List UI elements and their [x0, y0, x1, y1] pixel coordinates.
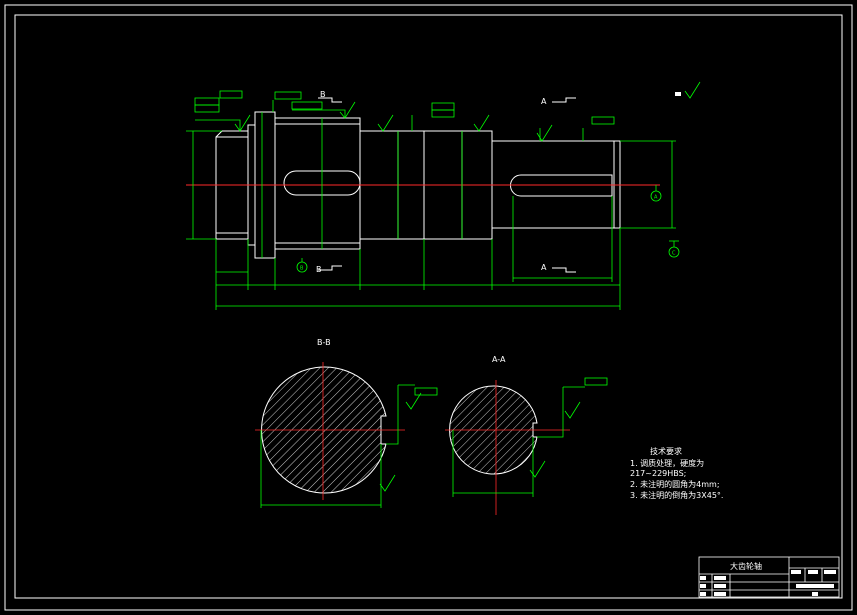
section-bb-title: B-B [317, 338, 331, 347]
section-aa [445, 380, 585, 515]
tech-req-line: 3. 未注明的倒角为3X45°. [630, 490, 723, 500]
tech-req-title: 技术要求 [650, 446, 682, 456]
section-mark-a-bottom: A [541, 263, 547, 272]
outer-border [4, 4, 853, 611]
section-aa-title: A-A [492, 355, 506, 364]
section-mark-b-top: B [320, 90, 326, 99]
title-block-name: 大齿轮轴 [730, 561, 762, 571]
roughness-rest-mark [675, 92, 681, 96]
datum-c: C [672, 251, 676, 257]
inner-border [14, 14, 843, 599]
tech-requirements: 技术要求 1. 调质处理，硬度为 217~229HBS; 2. 未注明的圆角为4… [630, 446, 723, 500]
tech-req-line: 1. 调质处理，硬度为 [630, 458, 704, 468]
tolerance-frames [194, 90, 615, 396]
section-bb [255, 362, 415, 508]
drawing-frame [4, 4, 853, 611]
title-block [698, 556, 840, 598]
datum-markers [296, 185, 680, 273]
drawing-canvas: B B A A A B C B-B A-A 技术要求 1. 调质处理，硬度为 2… [4, 4, 853, 611]
section-mark-a-top: A [541, 97, 547, 106]
datum-a: A [654, 195, 658, 201]
datum-b: B [300, 266, 304, 272]
tech-req-line: 2. 未注明的圆角为4mm; [630, 479, 720, 489]
section-mark-b-bottom: B [316, 265, 322, 274]
tech-req-line: 217~229HBS; [630, 469, 686, 478]
shaft-keyed-section [275, 117, 361, 250]
